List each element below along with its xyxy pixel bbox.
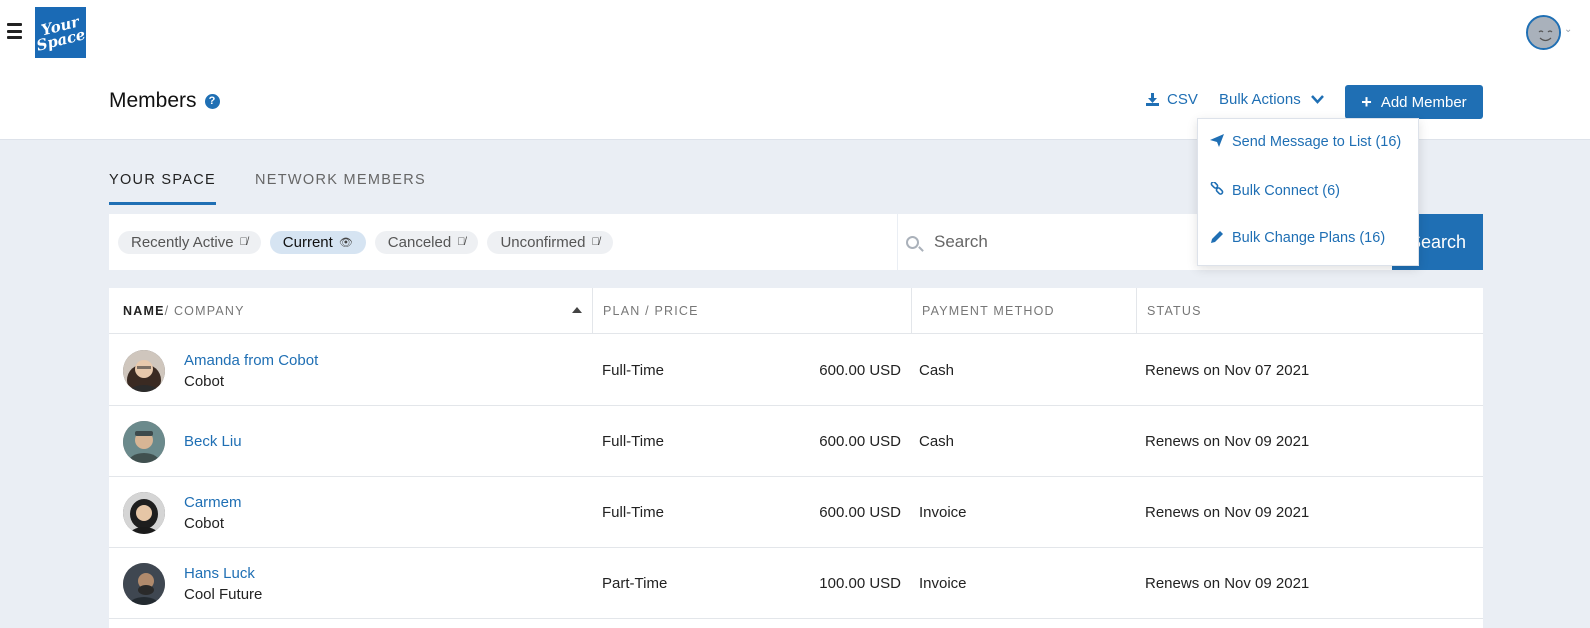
filter-recently-active[interactable]: Recently Active 👁̸ xyxy=(118,230,261,254)
tab-your-space[interactable]: YOUR SPACE xyxy=(109,172,217,205)
price-cell: 600.00 USD xyxy=(819,362,901,379)
search-icon xyxy=(906,235,919,249)
eye-slash-icon: 👁̸ xyxy=(591,236,600,248)
column-header-payment-method[interactable]: PAYMENT METHOD xyxy=(911,288,1136,334)
paper-plane-icon xyxy=(1210,134,1224,150)
status-cell: Renews on Nov 07 2021 xyxy=(1145,362,1310,379)
plan-cell: Full-Time xyxy=(602,362,664,379)
name-cell: Amanda from Cobot Cobot xyxy=(184,335,318,406)
member-name-link[interactable]: Hans Luck xyxy=(184,563,262,584)
table-row[interactable]: Amanda from Cobot Cobot Full-Time 600.00… xyxy=(109,335,1483,406)
bulk-actions-button[interactable]: Bulk Actions xyxy=(1219,91,1324,108)
member-company: Cool Future xyxy=(184,585,263,603)
add-member-button[interactable]: + Add Member xyxy=(1345,85,1483,119)
column-header-plan-price[interactable]: PLAN / PRICE xyxy=(592,288,911,334)
tab-network-members[interactable]: NETWORK MEMBERS xyxy=(255,172,426,205)
menu-item-label: Bulk Connect (6) xyxy=(1232,182,1340,199)
eye-icon: 👁 xyxy=(338,236,353,249)
logo[interactable]: Your Space xyxy=(34,7,87,58)
avatar xyxy=(123,421,165,463)
payment-cell: Cash xyxy=(919,433,955,450)
payment-cell: Invoice xyxy=(919,575,967,592)
name-cell: Hans Luck Cool Future xyxy=(184,548,262,619)
table-header: NAME / COMPANY PLAN / PRICE PAYMENT METH… xyxy=(109,288,1483,334)
price-cell: 100.00 USD xyxy=(819,575,901,592)
menu-item-label: Send Message to List (16) xyxy=(1232,134,1402,150)
menu-item-bulk-connect[interactable]: Bulk Connect (6) xyxy=(1210,181,1340,199)
chevron-down-icon xyxy=(1310,95,1324,104)
table-row[interactable]: Beck Liu Full-Time 600.00 USD Cash Renew… xyxy=(109,406,1483,477)
filter-label: Recently Active xyxy=(131,233,234,251)
payment-cell: Cash xyxy=(919,362,955,379)
bulk-actions-menu: Send Message to List (16) Bulk Connect (… xyxy=(1197,118,1419,266)
filter-label: Canceled xyxy=(387,233,452,251)
members-table: NAME / COMPANY PLAN / PRICE PAYMENT METH… xyxy=(109,288,1483,628)
plan-cell: Part-Time xyxy=(602,575,668,592)
column-header-status[interactable]: STATUS xyxy=(1136,288,1483,334)
table-row[interactable]: Carmem Cobot Full-Time 600.00 USD Invoic… xyxy=(109,477,1483,548)
name-cell: Beck Liu xyxy=(184,406,242,477)
page-title: Members ? xyxy=(109,89,220,113)
download-icon xyxy=(1146,93,1159,106)
bulk-actions-label: Bulk Actions xyxy=(1219,91,1301,108)
member-name-link[interactable]: Amanda from Cobot xyxy=(184,350,318,371)
chevron-down-icon[interactable]: ⌄ xyxy=(1564,24,1572,35)
payment-cell: Invoice xyxy=(919,504,967,521)
link-icon xyxy=(1210,181,1224,199)
plan-cell: Full-Time xyxy=(602,433,664,450)
menu-item-bulk-change-plans[interactable]: Bulk Change Plans (16) xyxy=(1210,230,1385,246)
status-cell: Renews on Nov 09 2021 xyxy=(1145,433,1310,450)
member-name-link[interactable]: Carmem xyxy=(184,492,242,513)
status-cell: Renews on Nov 09 2021 xyxy=(1145,504,1310,521)
member-name-link[interactable]: Beck Liu xyxy=(184,431,242,452)
filter-label: Current xyxy=(282,233,333,251)
avatar xyxy=(123,563,165,605)
help-icon[interactable]: ? xyxy=(204,93,220,109)
member-tabs: YOUR SPACE NETWORK MEMBERS xyxy=(109,172,426,205)
menu-item-label: Bulk Change Plans (16) xyxy=(1232,230,1386,246)
csv-label: CSV xyxy=(1167,91,1198,108)
column-name-label: NAME xyxy=(123,304,165,318)
hamburger-menu-icon[interactable] xyxy=(7,23,22,39)
price-cell: 600.00 USD xyxy=(819,433,901,450)
column-header-name[interactable]: NAME / COMPANY xyxy=(109,288,592,334)
member-company: Cobot xyxy=(184,372,225,390)
avatar xyxy=(123,492,165,534)
table-row[interactable]: Hans Luck Cool Future Part-Time 100.00 U… xyxy=(109,548,1483,619)
eye-slash-icon: 👁̸ xyxy=(239,236,248,248)
column-company-label: / COMPANY xyxy=(164,304,245,318)
filter-unconfirmed[interactable]: Unconfirmed 👁̸ xyxy=(487,230,613,254)
menu-item-send-message[interactable]: Send Message to List (16) xyxy=(1210,134,1401,150)
plan-cell: Full-Time xyxy=(602,504,664,521)
filter-current[interactable]: Current 👁 xyxy=(269,230,366,254)
avatar xyxy=(123,350,165,392)
filter-label: Unconfirmed xyxy=(500,233,586,251)
plus-icon: + xyxy=(1361,92,1372,112)
page-title-text: Members xyxy=(109,89,197,112)
filter-canceled[interactable]: Canceled 👁̸ xyxy=(374,230,479,254)
filter-bar: Recently Active 👁̸ Current 👁 Canceled 👁̸… xyxy=(109,214,897,270)
price-cell: 600.00 USD xyxy=(819,504,901,521)
eye-slash-icon: 👁̸ xyxy=(457,236,466,248)
member-company: Cobot xyxy=(184,514,225,532)
pencil-icon xyxy=(1210,230,1224,246)
sort-ascending-icon[interactable] xyxy=(572,307,582,313)
status-cell: Renews on Nov 09 2021 xyxy=(1145,575,1310,592)
add-member-label: Add Member xyxy=(1380,93,1467,111)
name-cell: Carmem Cobot xyxy=(184,477,242,548)
csv-export-button[interactable]: CSV xyxy=(1146,91,1198,108)
user-avatar[interactable] xyxy=(1526,15,1561,50)
